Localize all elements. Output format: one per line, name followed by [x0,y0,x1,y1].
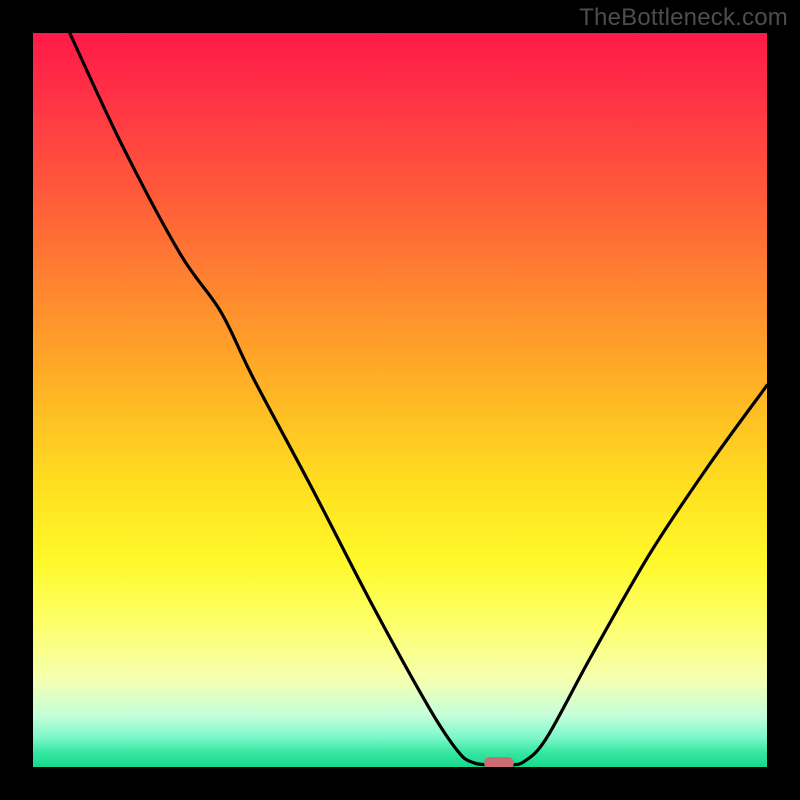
optimal-marker-icon [484,757,514,767]
watermark-text: TheBottleneck.com [579,4,788,32]
bottleneck-curve [33,33,767,767]
plot-area [33,33,767,767]
chart-frame: TheBottleneck.com [0,0,800,800]
